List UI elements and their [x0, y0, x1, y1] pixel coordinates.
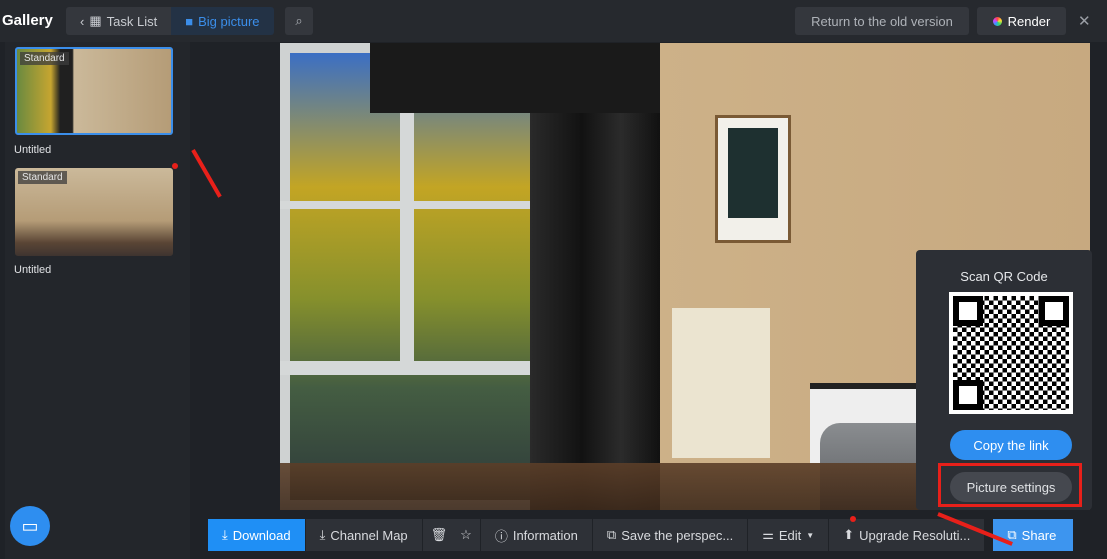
download-icon: ⤓: [319, 527, 326, 542]
chat-button[interactable]: ▭: [10, 506, 50, 546]
delete-button[interactable]: 🗑 ☆: [422, 519, 480, 551]
caret-down-icon: ▼: [806, 530, 815, 540]
tab-task-list[interactable]: ‹ ▦ Task List: [66, 7, 172, 35]
annotation-dot: [850, 516, 856, 522]
upload-icon: ⬆: [843, 527, 855, 542]
qr-title: Scan QR Code: [960, 269, 1048, 284]
quality-tag: Standard: [20, 52, 69, 65]
render-button[interactable]: Render: [977, 7, 1066, 35]
share-popup: Scan QR Code Copy the link Picture setti…: [916, 250, 1092, 510]
close-icon[interactable]: ✕: [1078, 12, 1091, 30]
edit-dropdown[interactable]: ⚌ Edit ▼: [748, 519, 829, 551]
annotation-dot: [172, 163, 178, 169]
thumbnail-2[interactable]: Standard: [15, 168, 173, 256]
trash-icon: 🗑: [430, 527, 448, 542]
search-button[interactable]: ⌕: [285, 7, 313, 35]
share-button[interactable]: ⧉ Share: [993, 519, 1074, 551]
star-icon[interactable]: ☆: [460, 527, 472, 543]
thumbnail-label: Untitled: [14, 264, 52, 276]
sliders-icon: ⚌: [762, 527, 774, 542]
bottom-toolbar: ⤓ Download ⤓ Channel Map 🗑 ☆ ⓘ Information ⧉…: [208, 519, 1074, 551]
download-button[interactable]: ⤓ Download: [208, 519, 305, 551]
perspective-icon: ⧉: [606, 527, 617, 542]
download-icon: ⤓: [222, 527, 228, 542]
save-perspective-button[interactable]: ⧉ Save the perspec...: [592, 519, 748, 551]
channel-map-button[interactable]: ⤓ Channel Map: [305, 519, 422, 551]
top-bar: Gallery ‹ ▦ Task List ■ Big picture ⌕ Retur…: [0, 0, 1107, 42]
qr-code: [949, 292, 1073, 414]
thumbnail-label: Untitled: [14, 144, 52, 156]
thumbnail-1[interactable]: Standard: [15, 47, 173, 135]
information-button[interactable]: ⓘ Information: [480, 519, 592, 551]
tab-big-picture[interactable]: ■ Big picture: [171, 7, 274, 35]
view-switcher: ‹ ▦ Task List ■ Big picture: [66, 7, 274, 35]
app-title: Gallery: [2, 12, 53, 29]
sidebar: Standard Untitled Standard Untitled: [5, 42, 190, 559]
render-icon: [992, 16, 1002, 26]
image-icon: ■: [185, 13, 194, 29]
grid-icon: ▦: [89, 13, 102, 28]
quality-tag: Standard: [18, 171, 67, 184]
info-icon: ⓘ: [494, 528, 508, 544]
return-old-version-button[interactable]: Return to the old version: [795, 7, 969, 35]
search-icon: ⌕: [295, 13, 303, 28]
chat-icon: ▭: [21, 515, 39, 536]
annotation-highlight-box: [938, 463, 1082, 507]
annotation-arrow: [191, 149, 222, 198]
copy-link-button[interactable]: Copy the link: [950, 430, 1072, 460]
back-chevron-icon: ‹: [80, 13, 85, 29]
